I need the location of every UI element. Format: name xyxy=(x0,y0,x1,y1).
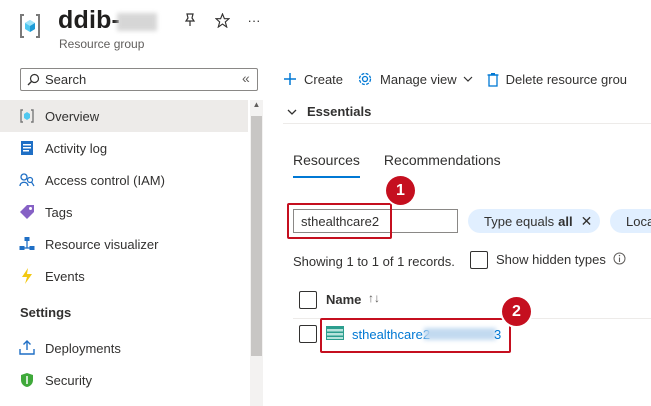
chevron-down-icon xyxy=(463,76,473,82)
column-header-name[interactable]: Name xyxy=(326,292,361,307)
command-bar: Create Manage view Delete resource grou xyxy=(283,66,641,92)
gear-icon xyxy=(357,71,373,87)
resource-group-icon xyxy=(20,14,40,38)
tab-resources[interactable]: Resources xyxy=(293,152,360,178)
callout-highlight-resource xyxy=(320,318,511,353)
close-icon[interactable]: ✕ xyxy=(581,213,593,230)
delete-label: Delete resource grou xyxy=(505,71,628,87)
redacted-name xyxy=(117,13,157,31)
show-hidden-types-label: Show hidden types xyxy=(496,252,606,267)
location-filter-pill[interactable]: Loca xyxy=(610,209,651,233)
sidebar-item-security[interactable]: Security xyxy=(0,364,248,396)
sidebar-search[interactable] xyxy=(20,68,258,91)
star-icon xyxy=(214,12,230,28)
records-count: Showing 1 to 1 of 1 records. xyxy=(293,254,455,269)
info-icon[interactable] xyxy=(613,252,626,265)
show-hidden-types-checkbox[interactable] xyxy=(470,251,488,269)
resource-tabs: Resources Recommendations xyxy=(293,152,525,178)
visualizer-icon xyxy=(18,235,36,253)
trash-icon xyxy=(487,72,499,87)
sidebar-item-label: Tags xyxy=(45,204,73,220)
tab-recommendations[interactable]: Recommendations xyxy=(384,152,501,178)
sidebar-item-label: Deployments xyxy=(45,340,121,356)
type-filter-pill[interactable]: Type equals all ✕ xyxy=(468,209,600,233)
sidebar-item-deployments[interactable]: Deployments xyxy=(0,332,248,364)
sidebar-section-settings: Settings xyxy=(20,304,72,320)
sidebar-item-label: Resource visualizer xyxy=(45,236,159,252)
callout-badge-1: 1 xyxy=(386,176,415,205)
pin-icon xyxy=(184,13,196,26)
more-button[interactable]: ··· xyxy=(244,10,264,30)
plus-icon xyxy=(283,72,297,86)
page-subtitle: Resource group xyxy=(59,37,145,51)
iam-icon xyxy=(18,171,36,189)
manage-view-label: Manage view xyxy=(380,71,457,87)
sidebar-item-label: Activity log xyxy=(45,140,108,156)
callout-badge-2: 2 xyxy=(502,297,531,326)
type-filter-prefix: Type equals xyxy=(484,213,555,229)
sidebar-item-resource-visualizer[interactable]: Resource visualizer xyxy=(0,228,248,260)
deployments-icon xyxy=(18,339,36,357)
activity-log-icon xyxy=(18,139,36,157)
events-icon xyxy=(18,267,36,285)
sidebar-item-overview[interactable]: Overview xyxy=(0,100,248,132)
delete-resource-group-button[interactable]: Delete resource grou xyxy=(487,72,627,87)
page-header: ddib- Resource group ··· xyxy=(0,0,651,60)
manage-view-button[interactable]: Manage view xyxy=(357,71,473,87)
sidebar-item-label: Events xyxy=(45,268,85,284)
search-input[interactable] xyxy=(45,71,245,88)
sidebar-item-label: Overview xyxy=(45,108,100,124)
tag-icon xyxy=(18,203,36,221)
security-icon xyxy=(18,371,36,389)
sidebar-item-label: Access control (IAM) xyxy=(45,172,165,188)
sidebar-item-label: Security xyxy=(45,372,92,388)
create-button[interactable]: Create xyxy=(283,72,343,87)
create-label: Create xyxy=(304,71,344,87)
sidebar-item-events[interactable]: Events xyxy=(0,260,248,292)
pin-button[interactable] xyxy=(180,10,200,30)
sort-icon[interactable]: ↑↓ xyxy=(368,291,380,305)
favorite-button[interactable] xyxy=(212,10,232,30)
collapse-sidebar-button[interactable]: « xyxy=(242,70,250,86)
sidebar-item-activity-log[interactable]: Activity log xyxy=(0,132,248,164)
sidebar-scrollbar-thumb[interactable] xyxy=(251,116,262,356)
type-filter-value: all xyxy=(558,213,573,229)
overview-icon xyxy=(18,107,36,125)
callout-highlight-filter xyxy=(287,203,392,239)
essentials-toggle[interactable]: Essentials xyxy=(283,100,651,124)
page-title: ddib- xyxy=(58,6,121,34)
select-all-checkbox[interactable] xyxy=(299,291,317,309)
sidebar-item-tags[interactable]: Tags xyxy=(0,196,248,228)
essentials-label: Essentials xyxy=(307,104,372,119)
scroll-up-arrow-icon[interactable]: ▲ xyxy=(250,100,263,114)
sidebar-item-access-control[interactable]: Access control (IAM) xyxy=(0,164,248,196)
chevron-down-icon xyxy=(287,106,297,118)
search-icon xyxy=(27,73,40,86)
sidebar-nav: Overview Activity log Access control (IA… xyxy=(0,100,248,396)
row-checkbox[interactable] xyxy=(299,325,317,343)
